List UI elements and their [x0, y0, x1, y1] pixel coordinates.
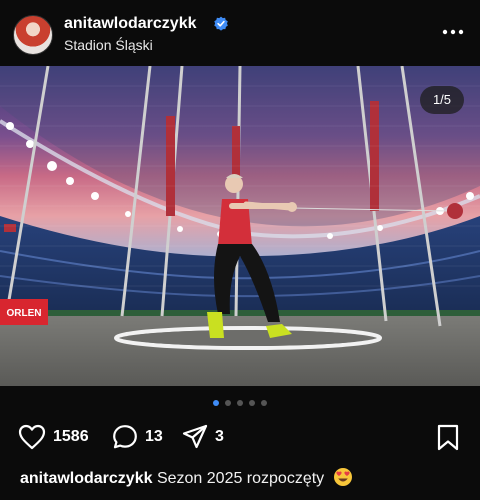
share-icon[interactable]	[182, 424, 208, 450]
post-actions: 1586 13 3	[0, 420, 480, 456]
share-button[interactable]: 3	[182, 424, 224, 450]
carousel-dots	[0, 400, 480, 410]
banner-text: ORLEN	[7, 308, 42, 319]
avatar[interactable]	[13, 15, 53, 55]
post-location[interactable]: Stadion Śląski	[64, 37, 153, 53]
likes-count[interactable]: 1586	[53, 428, 89, 446]
bookmark-icon[interactable]	[436, 424, 460, 452]
heart-icon[interactable]	[18, 424, 46, 450]
post-caption: anitawlodarczykk Sezon 2025 rozpoczęty	[20, 467, 353, 488]
comment-button[interactable]: 13	[112, 424, 163, 450]
photo-counter: 1/5	[420, 86, 464, 114]
carousel-dot-5[interactable]	[261, 400, 267, 406]
shares-count[interactable]: 3	[215, 428, 224, 446]
carousel-dot-2[interactable]	[225, 400, 231, 406]
post-username[interactable]: anitawlodarczykk	[64, 15, 197, 33]
verified-badge-icon	[214, 16, 228, 31]
caption-username[interactable]: anitawlodarczykk	[20, 470, 153, 487]
post-photo[interactable]: ORLEN	[0, 66, 480, 386]
carousel-dot-4[interactable]	[249, 400, 255, 406]
post-header: anitawlodarczykk Stadion Śląski	[0, 0, 480, 66]
like-button[interactable]: 1586	[18, 424, 89, 450]
comment-icon[interactable]	[112, 424, 138, 450]
carousel-dot-1[interactable]	[213, 400, 219, 406]
caption-text: Sezon 2025 rozpoczęty	[156, 470, 325, 487]
more-options-icon[interactable]	[440, 22, 466, 42]
carousel-dot-3[interactable]	[237, 400, 243, 406]
heart-eyes-emoji	[333, 468, 352, 486]
comments-count[interactable]: 13	[145, 428, 163, 446]
